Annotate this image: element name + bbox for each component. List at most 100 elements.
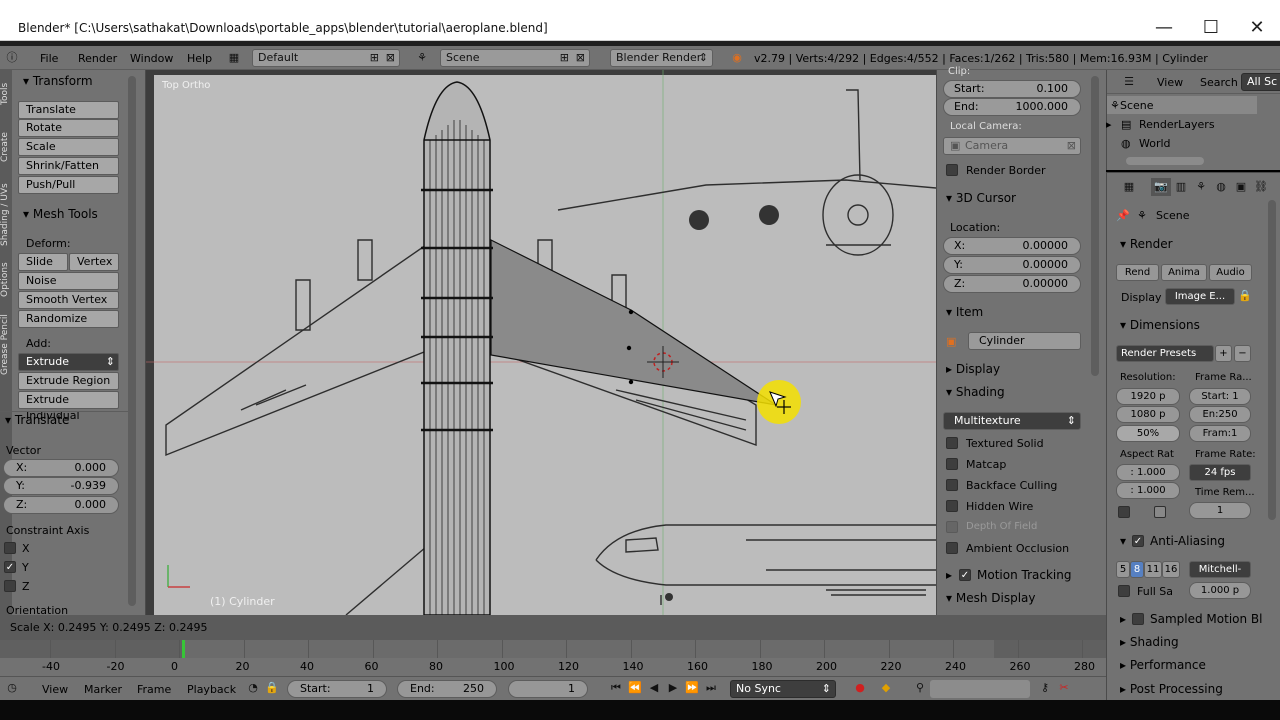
render-presets-dropdown[interactable]: Render Presets [1116, 345, 1214, 362]
frame-start-field[interactable]: Start: 1 [1189, 388, 1251, 405]
sampled-motion-blur-header[interactable]: ▸ [1120, 612, 1126, 626]
aspect-y-field[interactable]: : 1.000 [1116, 482, 1180, 499]
screen-layout-icon[interactable]: ▦ [224, 49, 244, 67]
shrink-fatten-button[interactable]: Shrink/Fatten [18, 157, 119, 175]
add-layout-icon[interactable]: ⊞ [370, 50, 379, 66]
jump-keyframe-back-icon[interactable]: ⏪ [625, 679, 645, 697]
display-mode-dropdown[interactable]: All Sc [1241, 73, 1280, 91]
outliner-item-scene[interactable]: Scene [1120, 99, 1154, 112]
add-preset-icon[interactable]: + [1215, 345, 1232, 362]
cursor-x-field[interactable]: X: 0.00000 [943, 237, 1081, 255]
current-frame-indicator[interactable] [182, 640, 185, 658]
motion-tracking-header[interactable]: ▸ [946, 568, 952, 582]
outliner-item-renderlayers[interactable]: RenderLayers [1139, 118, 1215, 131]
play-audio-button[interactable]: Audio [1209, 264, 1252, 281]
clip-start-field[interactable]: Start: 0.100 [943, 80, 1081, 98]
viewport-canvas[interactable] [146, 70, 936, 615]
sampled-motion-blur-checkbox[interactable] [1132, 613, 1144, 625]
3d-cursor-header[interactable]: ▾ 3D Cursor [946, 191, 1016, 205]
translate-button[interactable]: Translate [18, 101, 119, 119]
properties-region-scrollbar[interactable] [1091, 76, 1099, 376]
world-context-icon[interactable]: ◍ [1211, 178, 1231, 196]
constraints-context-icon[interactable]: ⛓ [1251, 178, 1271, 196]
extrude-individual-button[interactable]: Extrude Individual [18, 391, 119, 422]
ambient-occlusion-checkbox[interactable] [946, 542, 958, 554]
render-image-button[interactable]: Rend [1116, 264, 1159, 281]
delete-keyframe-icon[interactable]: ✂ [1054, 679, 1074, 697]
layers-context-icon[interactable]: ▥ [1171, 178, 1191, 196]
tool-shelf-scrollbar[interactable] [128, 76, 136, 606]
remove-preset-icon[interactable]: − [1234, 345, 1251, 362]
current-frame-field[interactable]: 1 [508, 680, 588, 698]
maximize-button[interactable]: ☐ [1188, 14, 1234, 42]
menu-window[interactable]: Window [130, 52, 173, 65]
scene-field[interactable]: Scene ⊞ ⊠ [440, 49, 590, 67]
outliner-item-world[interactable]: World [1139, 137, 1171, 150]
full-sample-checkbox[interactable] [1118, 585, 1130, 597]
slide-edge-button[interactable]: Slide Ed [18, 253, 68, 284]
jump-end-icon[interactable]: ⏭ [701, 679, 721, 697]
aa-samples-16[interactable]: 16 [1162, 561, 1180, 578]
resolution-y-field[interactable]: 1080 p [1116, 406, 1180, 423]
start-frame-field[interactable]: Start: 1 [287, 680, 387, 698]
vertex-slide-button[interactable]: Vertex [69, 253, 119, 271]
hidden-wire-checkbox[interactable] [946, 500, 958, 512]
smooth-vertex-button[interactable]: Smooth Vertex [18, 291, 119, 309]
pin-icon[interactable]: 📌 [1116, 209, 1130, 222]
lock-icon[interactable]: 🔒 [1238, 289, 1252, 302]
timeline-playback-menu[interactable]: Playback [187, 683, 236, 696]
backface-culling-checkbox[interactable] [946, 479, 958, 491]
render-animation-button[interactable]: Anima [1161, 264, 1207, 281]
sync-mode-dropdown[interactable]: No Sync ⇕ [730, 680, 836, 698]
shading-mode-dropdown[interactable]: Multitexture ⇕ [943, 412, 1081, 430]
item-header[interactable]: ▾ Item [946, 305, 983, 319]
crop-checkbox[interactable] [1154, 506, 1166, 518]
constraint-z-checkbox[interactable] [4, 580, 16, 592]
aa-samples-8[interactable]: 8 [1130, 561, 1144, 578]
matcap-checkbox[interactable] [946, 458, 958, 470]
minimize-button[interactable]: — [1141, 14, 1187, 42]
display-header[interactable]: ▸ Display [946, 362, 1000, 376]
scene-icon[interactable]: ⚘ [412, 49, 432, 67]
aa-samples-5[interactable]: 5 [1116, 561, 1130, 578]
vector-x-field[interactable]: X: 0.000 [3, 459, 119, 477]
menu-file[interactable]: File [40, 52, 58, 65]
vector-y-field[interactable]: Y: -0.939 [3, 477, 119, 495]
preview-range-icon[interactable]: ◔ [243, 679, 263, 697]
dimensions-panel-header[interactable]: ▾ Dimensions [1120, 318, 1200, 332]
anti-aliasing-checkbox[interactable]: ✓ [1132, 535, 1144, 547]
jump-start-icon[interactable]: ⏮ [606, 679, 626, 697]
remove-layout-icon[interactable]: ⊠ [386, 50, 395, 66]
close-button[interactable]: ✕ [1234, 14, 1280, 42]
mesh-display-header[interactable]: ▾ Mesh Display [946, 591, 1035, 605]
tab-grease-pencil[interactable]: Grease Pencil [0, 310, 12, 380]
display-mode-dropdown[interactable]: Image E... [1165, 288, 1235, 305]
outliner-scrollbar[interactable] [1126, 157, 1204, 165]
resolution-x-field[interactable]: 1920 p [1116, 388, 1180, 405]
keying-set-icon[interactable]: ◆ [876, 679, 896, 697]
properties-editor-icon[interactable]: ▦ [1119, 178, 1139, 196]
fps-dropdown[interactable]: 24 fps [1189, 464, 1251, 481]
frame-end-field[interactable]: En:250 [1189, 406, 1251, 423]
timeline-frame-menu[interactable]: Frame [137, 683, 171, 696]
scene-context-icon[interactable]: ⚘ [1191, 178, 1211, 196]
timeline-view-menu[interactable]: View [42, 683, 68, 696]
key-insert-icon[interactable]: ⚲ [910, 679, 930, 697]
tab-tools[interactable]: Tools [0, 74, 12, 114]
rotate-button[interactable]: Rotate [18, 119, 119, 137]
object-name-field[interactable]: Cylinder [968, 332, 1081, 350]
transform-panel-header[interactable]: ▾ Transform [23, 74, 93, 88]
lock-range-icon[interactable]: 🔒 [262, 679, 282, 697]
operator-panel-header[interactable]: ▾ Translate [5, 413, 69, 427]
tab-create[interactable]: Create [0, 120, 12, 175]
extrude-dropdown[interactable]: Extrude ⇕ [18, 353, 119, 371]
clear-icon[interactable]: ⊠ [1067, 138, 1076, 154]
render-border-checkbox[interactable] [946, 164, 958, 176]
shading-panel-header[interactable]: ▸ Shading [1120, 635, 1179, 649]
screen-layout-field[interactable]: Default ⊞ ⊠ [252, 49, 400, 67]
randomize-button[interactable]: Randomize [18, 310, 119, 328]
constraint-x-checkbox[interactable] [4, 542, 16, 554]
tab-options[interactable]: Options [0, 255, 12, 305]
timeline-editor-icon[interactable]: ◷ [2, 679, 22, 697]
aa-samples-11[interactable]: 11 [1144, 561, 1162, 578]
